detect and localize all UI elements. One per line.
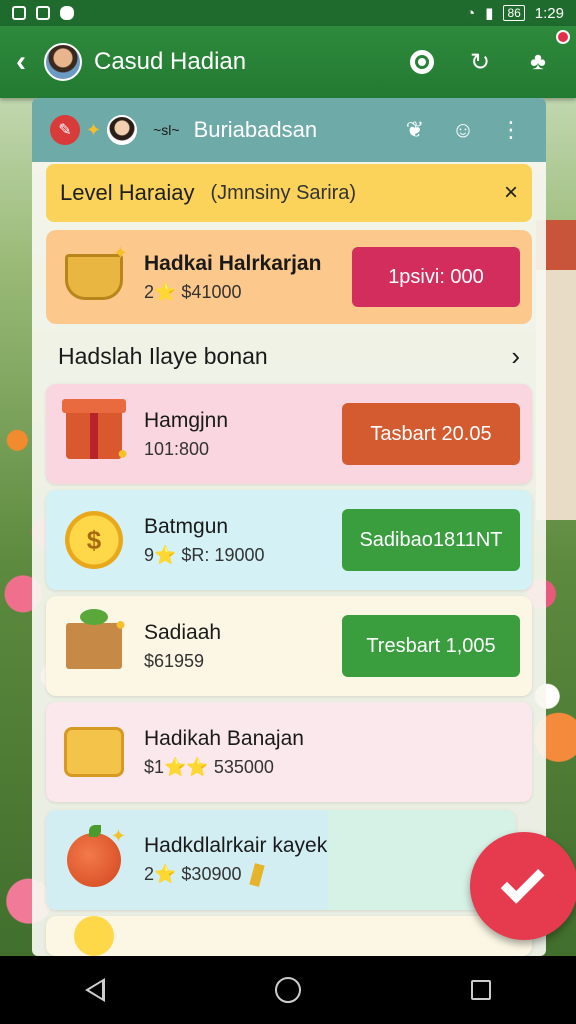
featured-subtitle: 2⭐ $41000 xyxy=(144,281,242,302)
list-item[interactable]: ● Hamgjnn 101:800 Tasbart 20.05 xyxy=(46,384,532,484)
gold-bag-icon xyxy=(58,716,130,788)
item-title: Hadikah Banajan xyxy=(144,726,304,750)
item-action-button[interactable]: Tasbart 20.05 xyxy=(342,403,520,465)
item-text: Batmgun 9⭐ $R: 19000 xyxy=(144,515,342,566)
profile-icon[interactable]: ☺ xyxy=(446,117,480,143)
checkmark-icon xyxy=(500,859,545,904)
item-text: Hadkdlalrkair kayek 2⭐ $30900 xyxy=(144,833,504,888)
item-subtitle: $1⭐⭐ 535000 xyxy=(144,756,274,777)
nav-home-icon[interactable] xyxy=(275,977,301,1003)
item-subtitle: 101:800 xyxy=(144,438,210,459)
status-bar: ◔ ▮ 86 1:29 xyxy=(0,0,576,26)
system-nav-bar xyxy=(0,956,576,1024)
back-arrow-icon[interactable]: ‹ xyxy=(16,45,40,79)
gold-bar-icon xyxy=(248,863,265,888)
battery-icon: 86 xyxy=(503,5,525,21)
item-title: Hamgjnn xyxy=(144,408,229,432)
wifi-icon: ◔ xyxy=(466,4,476,22)
section-title: Hadslah Ilaye bonan xyxy=(58,342,268,369)
gift-box-icon: ● xyxy=(58,398,130,470)
status-time: 1:29 xyxy=(534,4,564,22)
item-text: Sadiaah $61959 xyxy=(144,621,342,672)
item-subtitle: 9⭐ $R: 19000 xyxy=(144,544,265,565)
gold-coin-icon: $ xyxy=(58,504,130,576)
status-right: ◔ ▮ 86 1:29 xyxy=(466,4,564,23)
status-left xyxy=(12,6,74,20)
featured-card[interactable]: ✦ Hadkai Halrkarjan 2⭐ $41000 1psivi: 00… xyxy=(46,230,532,324)
item-subtitle: $61959 xyxy=(144,650,205,671)
item-title: Hadkdlalrkair kayek xyxy=(144,833,328,857)
item-text: Hadikah Banajan $1⭐⭐ 535000 xyxy=(144,727,520,778)
treasure-box-icon: ● xyxy=(58,609,130,682)
avatar[interactable] xyxy=(44,43,82,81)
item-title: Sadiaah xyxy=(144,620,222,644)
sub-header-left: ✎ ✦ ~sl~ xyxy=(50,115,180,145)
refresh-icon[interactable]: ↻ xyxy=(458,40,502,84)
level-banner[interactable]: Level Haraiay (Jmnsiny Sarira) × xyxy=(46,164,532,222)
app-bar: ‹ Casud Hadian ↻ ♣ xyxy=(0,26,576,98)
item-text: Hamgjnn 101:800 xyxy=(144,409,342,460)
confirm-fab-button[interactable] xyxy=(470,832,576,940)
item-action-button[interactable]: Tresbart 1,005 xyxy=(342,615,520,677)
banner-title: Level Haraiay xyxy=(60,180,195,205)
app-title: Casud Hadian xyxy=(94,48,247,75)
list-item[interactable]: Hadikah Banajan $1⭐⭐ 535000 xyxy=(46,702,532,802)
list-item[interactable]: ● Sadiaah $61959 Tresbart 1,005 xyxy=(46,596,532,696)
mini-avatar[interactable] xyxy=(107,115,138,145)
fire-badge-icon[interactable]: ✎ xyxy=(50,115,80,145)
fruit-character-icon: ✦ xyxy=(58,824,130,896)
location-pin-icon[interactable] xyxy=(400,40,444,84)
nav-recents-icon[interactable] xyxy=(471,980,491,1000)
item-action-button[interactable]: Sadibao1811NT xyxy=(342,509,520,571)
nav-back-icon[interactable] xyxy=(85,978,105,1002)
notification-image-icon xyxy=(36,6,50,20)
notification-chat-icon xyxy=(60,6,74,20)
leaf-icon[interactable]: ❦ xyxy=(398,117,432,143)
featured-claim-button[interactable]: 1psivi: 000 xyxy=(352,247,520,307)
featured-text: Hadkai Halrkarjan 2⭐ $41000 xyxy=(144,252,352,303)
notification-square-icon xyxy=(12,6,26,20)
sub-header-title: Buriabadsan xyxy=(193,117,318,142)
sparkle-icon: ✦ xyxy=(86,119,102,140)
list-item-partial[interactable] xyxy=(46,916,532,956)
pot-icon: ✦ xyxy=(58,241,130,313)
partial-item-icon xyxy=(58,916,130,956)
sub-header-tiny-text: ~sl~ xyxy=(153,122,180,138)
list-item[interactable]: $ Batmgun 9⭐ $R: 19000 Sadibao1811NT xyxy=(46,490,532,590)
sub-header: ✎ ✦ ~sl~ Buriabadsan ❦ ☺ ⋮ xyxy=(32,98,546,162)
close-icon[interactable]: × xyxy=(504,179,518,207)
item-title: Batmgun xyxy=(144,514,229,538)
gift-notification-icon[interactable]: ♣ xyxy=(516,30,570,84)
item-subtitle: 2⭐ $30900 xyxy=(144,863,504,888)
item-subtitle-text: 2⭐ $30900 xyxy=(144,863,242,884)
featured-title: Hadkai Halrkarjan xyxy=(144,251,322,275)
section-header[interactable]: Hadslah Ilaye bonan › xyxy=(46,330,532,382)
content-panel: ✎ ✦ ~sl~ Buriabadsan ❦ ☺ ⋮ Level Haraiay… xyxy=(32,98,546,956)
banner-subtitle: (Jmnsiny Sarira) xyxy=(210,181,357,204)
chevron-right-icon[interactable]: › xyxy=(511,341,520,372)
list-item[interactable]: ✦ Hadkdlalrkair kayek 2⭐ $30900 xyxy=(46,810,516,910)
signal-icon: ▮ xyxy=(485,5,494,22)
notification-badge xyxy=(556,30,570,44)
more-vert-icon[interactable]: ⋮ xyxy=(494,117,528,143)
